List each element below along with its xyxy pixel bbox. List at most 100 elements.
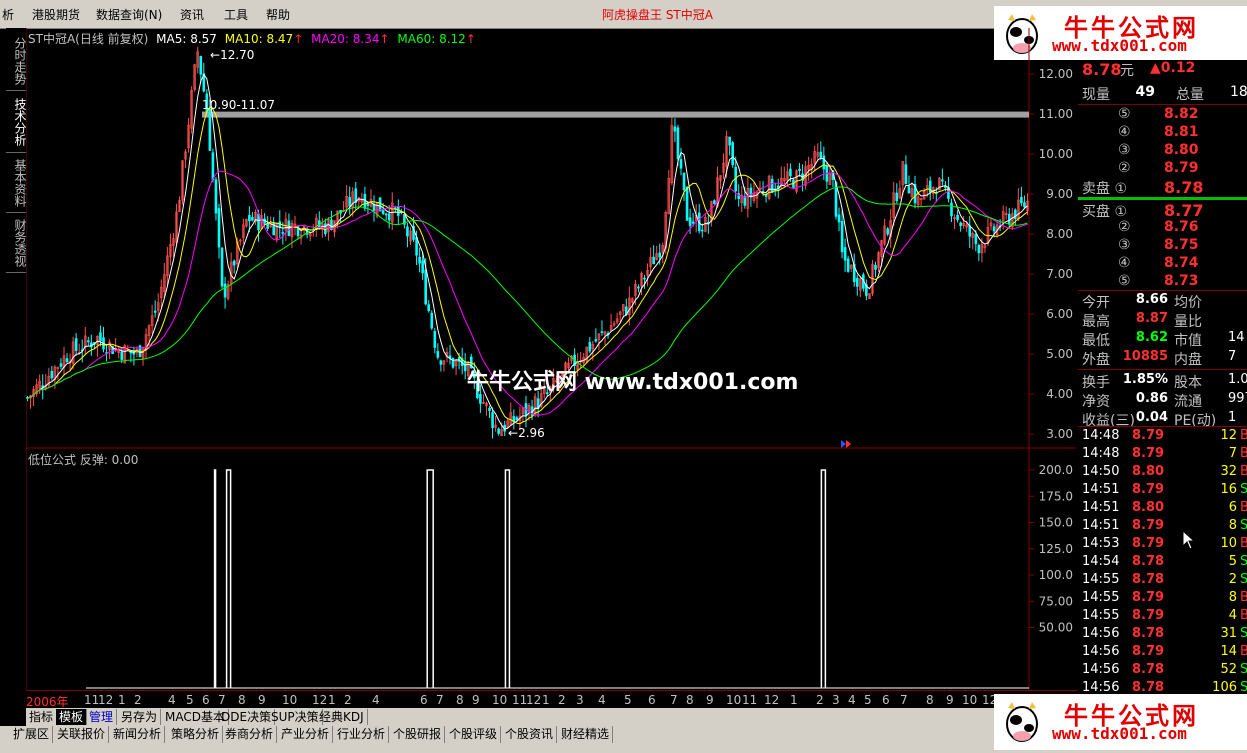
candle-body	[789, 168, 792, 177]
kline-chart[interactable]: 12.00 11.00 10.00 9.00 8.00 7.00 6.00 5.00 4.00 3…	[25, 28, 1076, 690]
tick-row: 14:53 8.79 10 B	[1078, 536, 1247, 554]
stat-value: 0.04	[1135, 410, 1168, 425]
candle-body	[941, 179, 944, 182]
ask-level: ③	[1118, 142, 1131, 158]
total-vol: 18	[1230, 84, 1247, 100]
tick-side: B	[1240, 464, 1247, 479]
candle-body	[436, 351, 440, 358]
price-tick-label: 4.00	[1046, 387, 1073, 401]
date-label: 9	[706, 693, 714, 707]
price-tick-label: 10.00	[1039, 147, 1073, 161]
indicator-tab[interactable]: 管理	[86, 709, 118, 725]
extension-tab[interactable]: 个股评级	[446, 726, 502, 743]
date-label: 10	[962, 693, 978, 707]
extension-tab[interactable]: 个股资讯	[502, 726, 558, 743]
indicator-tab[interactable]: 模板	[56, 709, 88, 725]
stat-value: 1	[1228, 410, 1237, 425]
candle-body	[959, 222, 962, 227]
date-label: 5	[624, 693, 632, 707]
candle-body	[515, 417, 519, 421]
date-label: 7	[670, 693, 678, 707]
tick-time: 14:48	[1082, 446, 1120, 461]
extension-tab[interactable]: 行业分析	[334, 726, 390, 743]
tick-price: 8.78	[1132, 680, 1165, 695]
side-tab-fundamentals[interactable]: 基本资料	[6, 154, 27, 213]
menu-data-query[interactable]: 数据查询(N)	[96, 6, 162, 23]
ask-price: 8.80	[1164, 142, 1199, 158]
date-label: 6	[420, 693, 428, 707]
extension-tab[interactable]: 策略分析	[168, 726, 224, 743]
bid-row: ④ 8.74	[1078, 255, 1247, 273]
date-axis: 2006年 11 12 1 2 4 5 6 7 8 9 10 12 1 2 4 6 7 8 9 10 11 12 1 2 3 4 5 6…	[26, 690, 1078, 709]
candle-body	[749, 187, 753, 198]
side-tab-financials[interactable]: 财务透视	[6, 214, 27, 273]
price-tick-label: 11.00	[1039, 107, 1073, 121]
indicator-tab[interactable]: SUP决策	[268, 709, 323, 725]
price-band	[202, 111, 1029, 118]
price-tick-label: 7.00	[1046, 267, 1073, 281]
indicator-tab[interactable]: DDE决策	[218, 709, 276, 725]
date-label: 11	[512, 693, 528, 707]
extension-tab[interactable]: 扩展区	[10, 726, 54, 743]
extension-tab[interactable]: 券商分析	[222, 726, 278, 743]
ask-row: ② 8.79	[1078, 160, 1247, 178]
stat-label: 换手	[1082, 375, 1110, 391]
stat-row: 外盘 10885 内盘 7	[1078, 349, 1247, 368]
date-label: 10	[726, 693, 742, 707]
stat-label: PE(动)	[1174, 413, 1217, 429]
candle-body	[199, 56, 203, 75]
indicator-tab[interactable]: 经典KDJ	[316, 709, 368, 725]
candle-body	[424, 269, 427, 305]
separator	[1078, 369, 1247, 370]
watermark-text: 牛牛公式网 www.tdx001.com	[467, 370, 799, 395]
candle-body	[208, 109, 212, 151]
chart-area[interactable]: 12.00 11.00 10.00 9.00 8.00 7.00 6.00 5.00 4.00 3…	[25, 28, 1076, 690]
menu-tools[interactable]: 工具	[224, 6, 248, 23]
stat-label: 最低	[1082, 333, 1110, 349]
candle-body	[658, 252, 662, 258]
date-label: 6	[202, 693, 210, 707]
stat-label: 今开	[1082, 295, 1110, 311]
tick-side: S	[1240, 482, 1247, 497]
low-annotation: ←2.96	[508, 426, 545, 440]
side-tab-intraday[interactable]: 分时走势	[6, 32, 27, 91]
tick-price: 8.79	[1132, 590, 1165, 605]
marker-icon	[841, 440, 846, 448]
ask-price: 8.81	[1164, 124, 1199, 140]
menu-hk-futures[interactable]: 港股期货	[32, 6, 80, 23]
separator	[1078, 290, 1247, 291]
candle-body	[491, 412, 494, 428]
extension-tab[interactable]: 关联报价	[54, 726, 110, 743]
extension-tab[interactable]: 产业分析	[278, 726, 334, 743]
indicator-tab[interactable]: 另存为	[118, 709, 162, 725]
tick-side: S	[1240, 554, 1247, 569]
tick-row: 14:54 8.78 5 S	[1078, 554, 1247, 572]
indicator-spike	[213, 469, 217, 688]
stat-label: 收益(三)	[1082, 413, 1135, 429]
tick-volume: 12	[1220, 428, 1237, 443]
tick-side: B	[1240, 446, 1247, 461]
extension-tab[interactable]: 新闻分析	[110, 726, 166, 743]
indicator-tab[interactable]: 指标	[26, 709, 58, 725]
candle-body	[907, 186, 911, 194]
ask-level: ②	[1118, 160, 1131, 176]
candle-body	[366, 203, 370, 206]
candle-body	[874, 264, 877, 270]
stat-value: 10885	[1122, 349, 1168, 364]
menu-help[interactable]: 帮助	[266, 6, 290, 23]
extension-tab[interactable]: 财经精选	[558, 726, 614, 743]
candle-body	[676, 127, 680, 160]
price-tick-label: 3.00	[1046, 427, 1073, 441]
tick-price: 8.79	[1132, 446, 1165, 461]
extension-tab[interactable]: 个股研报	[390, 726, 446, 743]
candle-body	[1020, 196, 1023, 204]
menu-news[interactable]: 资讯	[180, 6, 204, 23]
date-label: 1	[118, 693, 126, 707]
menu-analysis[interactable]: 析	[2, 6, 14, 23]
side-tab-technical[interactable]: 技术分析	[6, 92, 27, 153]
indicator-tick-label: 175.0	[1039, 489, 1073, 503]
price-unit: 元	[1120, 63, 1134, 79]
ask-level: 卖盘 ①	[1082, 181, 1128, 197]
stock-label: ST中冠A(日线 前复权)	[28, 32, 149, 46]
bid-price: 8.77	[1164, 201, 1204, 220]
